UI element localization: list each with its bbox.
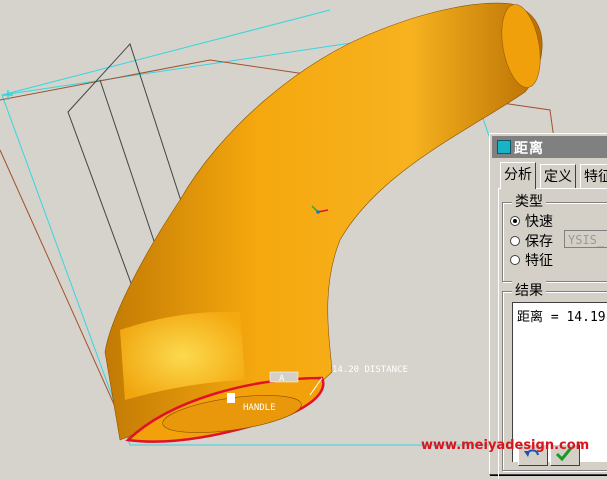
distance-dialog[interactable]: 距离 分析 定义 特征 类型 快速 保存 特征 YSIS_ 结果 距离 = 14… — [489, 133, 607, 479]
radio-feature-dot[interactable] — [510, 255, 520, 265]
radio-quick[interactable]: 快速 — [510, 212, 553, 230]
radio-save-label: 保存 — [525, 234, 553, 250]
radio-feature[interactable]: 特征 — [510, 251, 553, 269]
result-group-label: 结果 — [512, 280, 546, 300]
dialog-app-icon — [497, 140, 511, 154]
datum-tag-top: A — [279, 374, 285, 384]
tab-analysis[interactable]: 分析 — [500, 162, 536, 189]
csys-frame-line-2 — [0, 149, 131, 441]
radio-quick-label: 快速 — [525, 214, 553, 230]
dialog-title: 距离 — [514, 141, 544, 157]
small-tag: A — [229, 395, 235, 405]
watermark-text: www.meiyadesign.com — [421, 438, 590, 453]
measure-readout[interactable]: 14.20 DISTANCE — [332, 365, 408, 375]
type-group-label: 类型 — [512, 191, 546, 211]
dialog-titlebar[interactable]: 距离 — [492, 136, 607, 158]
datum-plane-edge — [1, 9, 331, 96]
radio-quick-dot[interactable] — [510, 216, 520, 226]
tab-feature[interactable]: 特征 — [580, 164, 607, 189]
save-name-field[interactable]: YSIS_ — [564, 230, 607, 248]
datum-tag-handle[interactable]: HANDLE — [243, 403, 276, 413]
datum-point-marker[interactable] — [3, 90, 13, 100]
tab-define[interactable]: 定义 — [540, 164, 576, 189]
radio-save[interactable]: 保存 — [510, 232, 553, 250]
radio-save-dot[interactable] — [510, 236, 520, 246]
radio-feature-label: 特征 — [525, 253, 553, 269]
